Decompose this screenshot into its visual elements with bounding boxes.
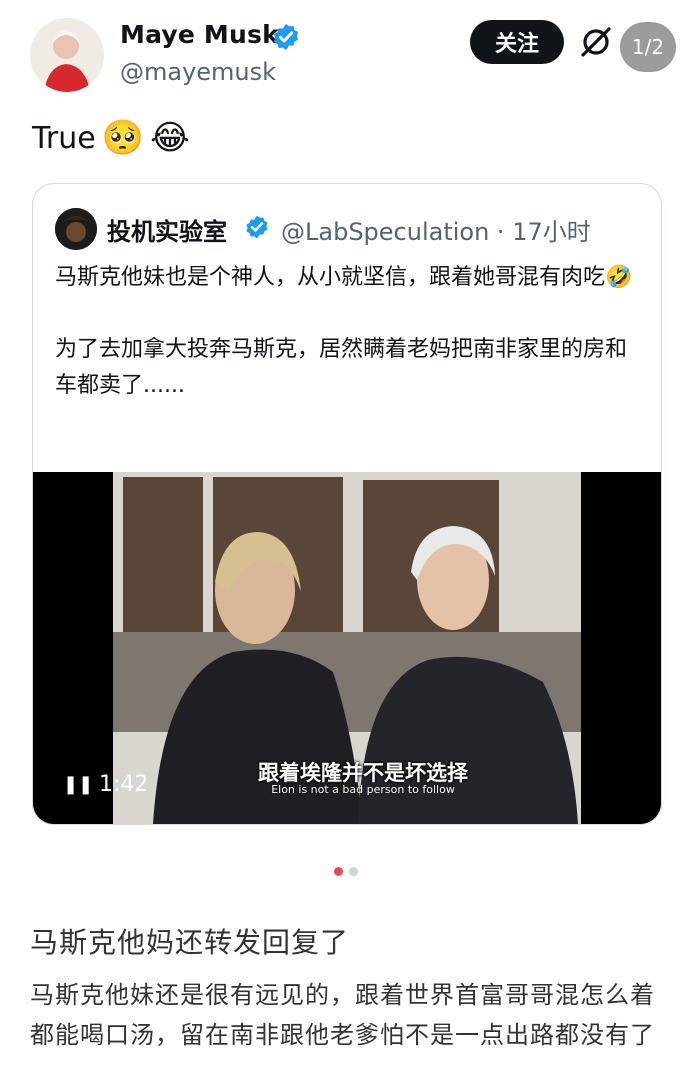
quoted-paragraph: 为了去加拿大投奔马斯克，居然瞒着老妈把南非家里的房和车都卖了...... (55, 337, 628, 398)
pause-icon[interactable]: ❚❚ (63, 774, 93, 795)
video-subtitle-en: Elon is not a bad person to follow (271, 783, 455, 796)
quoted-verified-badge-icon (246, 215, 268, 239)
carousel-dot-active[interactable] (334, 867, 343, 876)
video-time: 1:42 (99, 772, 149, 797)
pleading-face-emoji-icon: 🥺 (101, 118, 145, 158)
tweet-text: True 🥺 😂 (32, 118, 190, 158)
quoted-tweet[interactable]: 投机实验室 @LabSpeculation · 17小时 马斯克他妹也是个神人，… (32, 183, 662, 825)
author-avatar[interactable] (30, 18, 104, 92)
quoted-handle-time[interactable]: @LabSpeculation · 17小时 (281, 212, 591, 247)
quoted-tweet-text: 马斯克他妹也是个神人，从小就坚信，跟着她哥混有肉吃🤣 为了去加拿大投奔马斯克，居… (55, 260, 645, 440)
author-handle[interactable]: @mayemusk (120, 58, 276, 86)
verified-badge-icon (273, 23, 299, 51)
quoted-avatar-image (55, 208, 97, 250)
carousel-dots (334, 867, 358, 876)
grok-icon[interactable] (578, 24, 614, 60)
quoted-author-avatar[interactable] (55, 208, 97, 250)
video-player[interactable]: ❚❚ 1:42 跟着埃隆并不是坏选择 Elon is not a bad per… (33, 472, 661, 824)
tweet-text-content: True (32, 120, 96, 156)
image-page-indicator: 1/2 (620, 22, 676, 72)
carousel-dot[interactable] (349, 867, 358, 876)
tweet-card: Maye Musk @mayemusk 关注 1/2 True 🥺 😂 投机实验… (0, 0, 694, 850)
article-body: 马斯克他妹还是很有远见的，跟着世界首富哥哥混怎么着都能喝口汤，留在南非跟他老爹怕… (30, 981, 655, 1049)
quoted-author-name[interactable]: 投机实验室 (107, 212, 227, 247)
author-avatar-image (30, 18, 104, 92)
quoted-paragraph: 马斯克他妹也是个神人，从小就坚信，跟着她哥混有肉吃🤣 (55, 265, 633, 290)
follow-button[interactable]: 关注 (470, 20, 564, 64)
author-name[interactable]: Maye Musk (120, 20, 279, 49)
article-title: 马斯克他妈还转发回复了 (30, 926, 350, 959)
tears-of-joy-emoji-icon: 😂 (150, 118, 190, 158)
